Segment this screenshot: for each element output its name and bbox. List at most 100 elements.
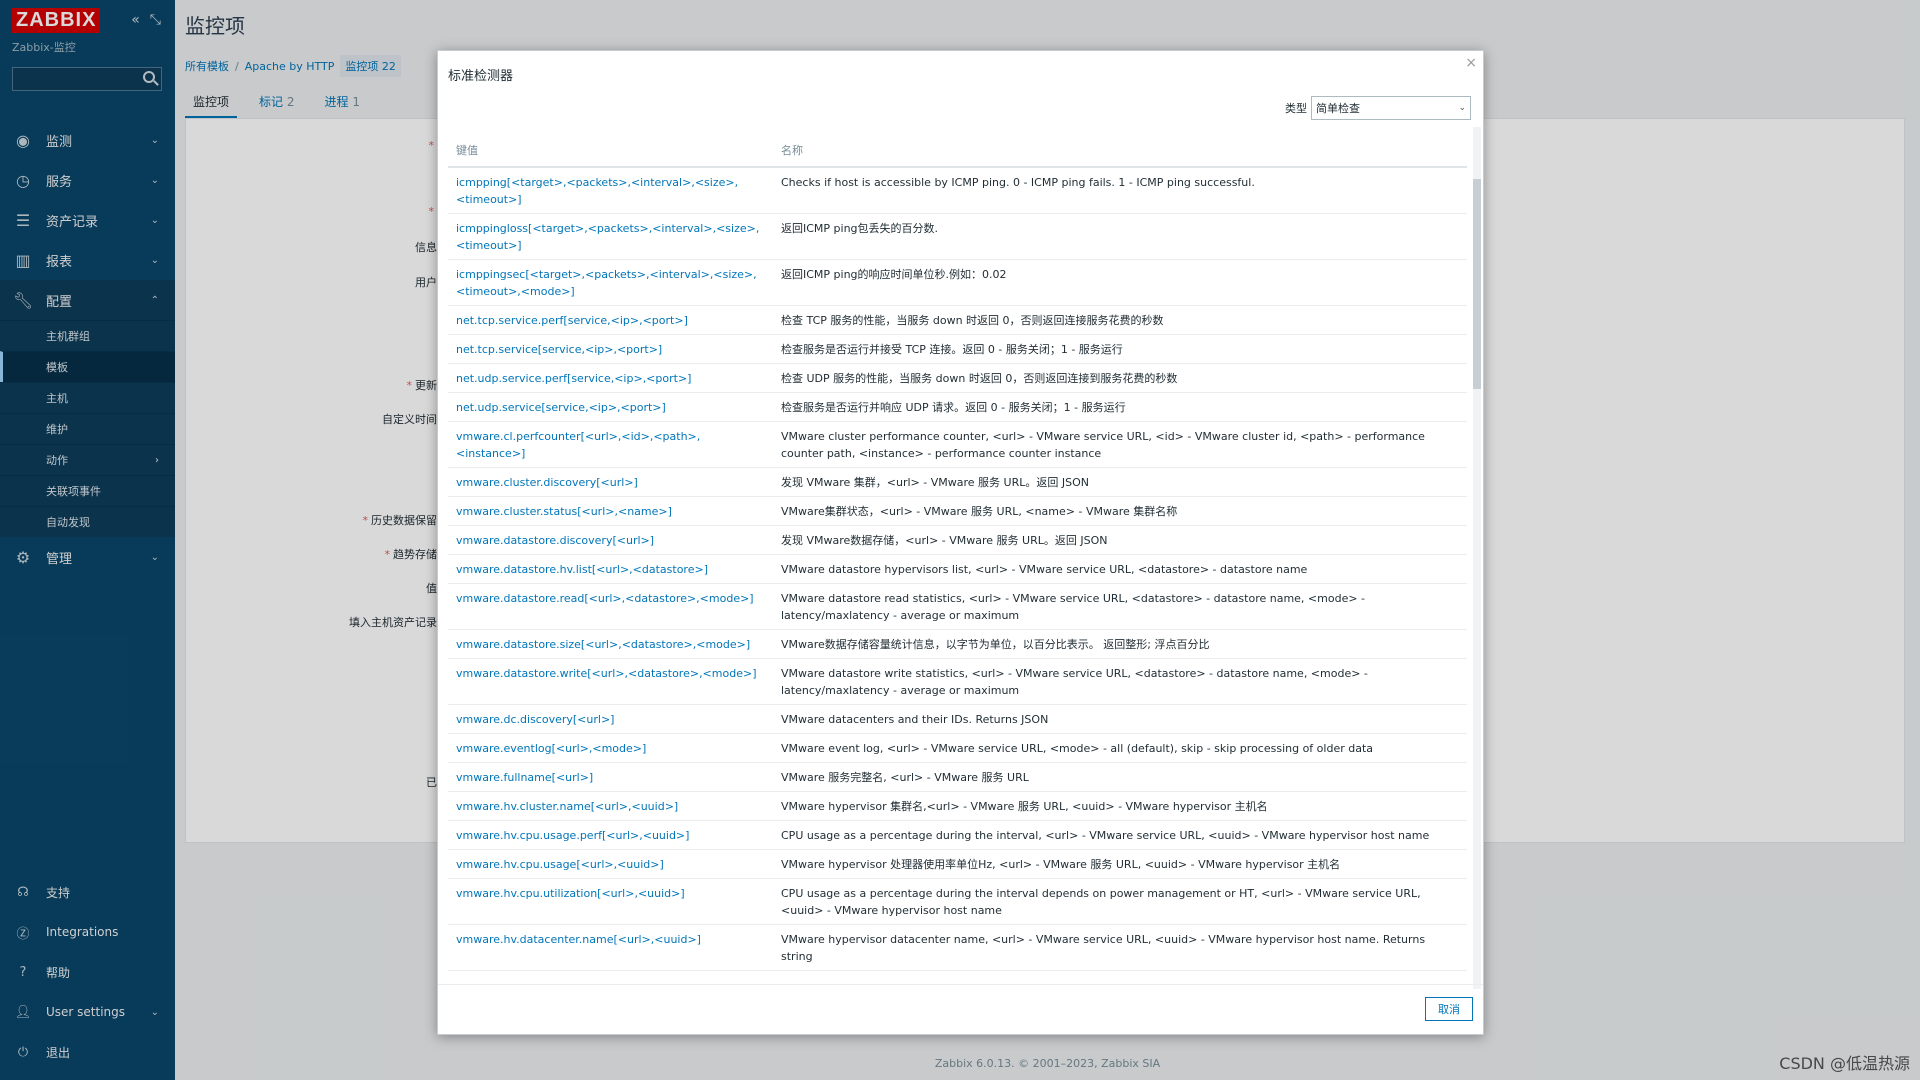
item-key-cell: net.udp.service[service,<ip>,<port>] <box>448 392 773 422</box>
dialog-footer: 取消 <box>438 984 1483 1034</box>
cancel-button[interactable]: 取消 <box>1425 997 1473 1021</box>
table-row: vmware.dc.discovery[<url>] VMware datacen… <box>448 704 1467 734</box>
column-header-key: 键值 <box>448 127 773 168</box>
item-key-link[interactable]: vmware.dc.discovery[<url>] <box>456 713 614 726</box>
item-name-cell: VMware 服务完整名, <url> - VMware 服务 URL <box>773 762 1467 792</box>
item-key-cell: vmware.datastore.size[<url>,<datastore>,… <box>448 629 773 659</box>
item-key-cell: vmware.cluster.discovery[<url>] <box>448 467 773 497</box>
dialog-title: 标准检测器 <box>448 69 514 84</box>
table-row: vmware.eventlog[<url>,<mode>] VMware even… <box>448 733 1467 763</box>
item-key-link[interactable]: vmware.eventlog[<url>,<mode>] <box>456 742 646 755</box>
item-key-link[interactable]: net.tcp.service[service,<ip>,<port>] <box>456 343 662 356</box>
item-key-link[interactable]: net.udp.service.perf[service,<ip>,<port>… <box>456 372 691 385</box>
table-row: vmware.hv.datacenter.name[<url>,<uuid>] V… <box>448 924 1467 971</box>
item-name-cell: CPU usage as a percentage during the int… <box>773 878 1467 925</box>
item-name-cell: VMware cluster performance counter, <url… <box>773 421 1467 468</box>
item-key-link[interactable]: vmware.datastore.hv.list[<url>,<datastor… <box>456 563 708 576</box>
table-row: vmware.datastore.write[<url>,<datastore>… <box>448 658 1467 705</box>
table-row: vmware.datastore.discovery[<url>] 发现 VMwa… <box>448 525 1467 555</box>
item-key-link[interactable]: icmpping[<target>,<packets>,<interval>,<… <box>456 176 738 206</box>
item-key-link[interactable]: net.udp.service[service,<ip>,<port>] <box>456 401 666 414</box>
table-row: vmware.datastore.size[<url>,<datastore>,… <box>448 629 1467 659</box>
table-row: vmware.hv.cpu.utilization[<url>,<uuid>] C… <box>448 878 1467 925</box>
item-key-link[interactable]: vmware.datastore.write[<url>,<datastore>… <box>456 667 756 680</box>
item-key-link[interactable]: vmware.datastore.read[<url>,<datastore>,… <box>456 592 754 605</box>
item-key-link[interactable]: vmware.hv.cpu.usage.perf[<url>,<uuid>] <box>456 829 689 842</box>
item-name-cell: 检查 UDP 服务的性能，当服务 down 时返回 0，否则返回连接到服务花费的… <box>773 363 1467 393</box>
item-key-link[interactable]: vmware.fullname[<url>] <box>456 771 593 784</box>
item-key-cell: net.tcp.service[service,<ip>,<port>] <box>448 334 773 364</box>
item-key-cell: vmware.hv.datacenter.name[<url>,<uuid>] <box>448 924 773 971</box>
item-name-cell: VMware datastore hypervisors list, <url>… <box>773 554 1467 584</box>
item-key-cell: vmware.datastore.write[<url>,<datastore>… <box>448 658 773 705</box>
item-key-cell: vmware.hv.cpu.utilization[<url>,<uuid>] <box>448 878 773 925</box>
item-name-cell: 发现 VMware 集群，<url> - VMware 服务 URL。返回 JS… <box>773 467 1467 497</box>
item-key-link[interactable]: vmware.hv.cluster.name[<url>,<uuid>] <box>456 800 678 813</box>
item-name-cell: 返回ICMP ping包丢失的百分数. <box>773 213 1467 260</box>
table-row: vmware.hv.cpu.usage.perf[<url>,<uuid>] CP… <box>448 820 1467 850</box>
item-name-cell: VMware hypervisor 处理器使用率单位Hz, <url> - VM… <box>773 849 1467 879</box>
item-key-link[interactable]: vmware.datastore.discovery[<url>] <box>456 534 654 547</box>
item-key-link[interactable]: vmware.cluster.discovery[<url>] <box>456 476 638 489</box>
item-key-link[interactable]: vmware.cluster.status[<url>,<name>] <box>456 505 672 518</box>
item-key-cell: vmware.hv.cluster.name[<url>,<uuid>] <box>448 791 773 821</box>
item-key-link[interactable]: icmppingsec[<target>,<packets>,<interval… <box>456 268 757 298</box>
table-row: vmware.hv.cluster.name[<url>,<uuid>] VMwa… <box>448 791 1467 821</box>
item-key-cell: vmware.datastore.discovery[<url>] <box>448 525 773 555</box>
table-row: vmware.datastore.read[<url>,<datastore>,… <box>448 583 1467 630</box>
item-name-cell: Checks if host is accessible by ICMP pin… <box>773 167 1467 214</box>
item-key-link[interactable]: vmware.hv.datacenter.name[<url>,<uuid>] <box>456 933 701 946</box>
items-table: 键值 名称 icmpping[<target>,<packets>,<inter… <box>448 127 1467 971</box>
item-key-cell: vmware.dc.discovery[<url>] <box>448 704 773 734</box>
item-key-cell: vmware.datastore.hv.list[<url>,<datastor… <box>448 554 773 584</box>
table-row: vmware.datastore.hv.list[<url>,<datastor… <box>448 554 1467 584</box>
table-row: vmware.cluster.status[<url>,<name>] VMwar… <box>448 496 1467 526</box>
item-key-cell: vmware.cl.perfcounter[<url>,<id>,<path>,… <box>448 421 773 468</box>
table-header: 键值 名称 <box>448 127 1467 168</box>
item-key-link[interactable]: vmware.datastore.size[<url>,<datastore>,… <box>456 638 750 651</box>
standard-items-dialog: 标准检测器 × 类型 简单检查 ⌄ 键值 名称 icmpping[<target… <box>437 50 1484 1035</box>
table-row: vmware.fullname[<url>] VMware 服务完整名, <url… <box>448 762 1467 792</box>
item-key-link[interactable]: net.tcp.service.perf[service,<ip>,<port>… <box>456 314 688 327</box>
item-name-cell: VMware数据存储容量统计信息，以字节为单位，以百分比表示。 返回整形; 浮点… <box>773 629 1467 659</box>
item-key-cell: icmppingloss[<target>,<packets>,<interva… <box>448 213 773 260</box>
item-key-cell: vmware.hv.cpu.usage.perf[<url>,<uuid>] <box>448 820 773 850</box>
type-label: 类型 <box>1285 102 1307 115</box>
table-row: net.tcp.service[service,<ip>,<port>] 检查服务… <box>448 334 1467 364</box>
table-row: net.udp.service[service,<ip>,<port>] 检查服务… <box>448 392 1467 422</box>
item-name-cell: VMware集群状态，<url> - VMware 服务 URL, <name>… <box>773 496 1467 526</box>
item-key-cell: vmware.hv.cpu.usage[<url>,<uuid>] <box>448 849 773 879</box>
item-name-cell: 检查服务是否运行并响应 UDP 请求。返回 0 - 服务关闭；1 - 服务运行 <box>773 392 1467 422</box>
item-key-cell: vmware.fullname[<url>] <box>448 762 773 792</box>
item-name-cell: 检查 TCP 服务的性能，当服务 down 时返回 0，否则返回连接服务花费的秒… <box>773 305 1467 335</box>
item-name-cell: VMware datastore write statistics, <url>… <box>773 658 1467 705</box>
item-name-cell: VMware event log, <url> - VMware service… <box>773 733 1467 763</box>
item-name-cell: VMware hypervisor datacenter name, <url>… <box>773 924 1467 971</box>
item-name-cell: 检查服务是否运行并接受 TCP 连接。返回 0 - 服务关闭；1 - 服务运行 <box>773 334 1467 364</box>
item-name-cell: VMware datacenters and their IDs. Return… <box>773 704 1467 734</box>
items-table-container: 键值 名称 icmpping[<target>,<packets>,<inter… <box>448 127 1468 982</box>
close-icon[interactable]: × <box>1465 55 1477 71</box>
item-name-cell: 返回ICMP ping的响应时间单位秒.例如：0.02 <box>773 259 1467 306</box>
item-key-link[interactable]: vmware.cl.perfcounter[<url>,<id>,<path>,… <box>456 430 700 460</box>
scrollbar[interactable] <box>1473 127 1481 989</box>
item-key-cell: net.tcp.service.perf[service,<ip>,<port>… <box>448 305 773 335</box>
item-key-link[interactable]: vmware.hv.cpu.utilization[<url>,<uuid>] <box>456 887 685 900</box>
type-select[interactable]: 简单检查 ⌄ <box>1311 96 1471 120</box>
chevron-down-icon: ⌄ <box>1458 103 1466 113</box>
table-row: net.tcp.service.perf[service,<ip>,<port>… <box>448 305 1467 335</box>
item-key-cell: net.udp.service.perf[service,<ip>,<port>… <box>448 363 773 393</box>
item-key-cell: vmware.cluster.status[<url>,<name>] <box>448 496 773 526</box>
scrollbar-thumb[interactable] <box>1473 179 1481 389</box>
table-row: vmware.cl.perfcounter[<url>,<id>,<path>,… <box>448 421 1467 468</box>
item-key-link[interactable]: vmware.hv.cpu.usage[<url>,<uuid>] <box>456 858 664 871</box>
item-key-cell: vmware.datastore.read[<url>,<datastore>,… <box>448 583 773 630</box>
table-row: icmppingloss[<target>,<packets>,<interva… <box>448 213 1467 260</box>
item-key-cell: icmpping[<target>,<packets>,<interval>,<… <box>448 167 773 214</box>
item-key-link[interactable]: icmppingloss[<target>,<packets>,<interva… <box>456 222 759 252</box>
item-key-cell: icmppingsec[<target>,<packets>,<interval… <box>448 259 773 306</box>
type-selected-value: 简单检查 <box>1316 102 1360 115</box>
item-name-cell: VMware datastore read statistics, <url> … <box>773 583 1467 630</box>
table-row: icmpping[<target>,<packets>,<interval>,<… <box>448 167 1467 214</box>
table-row: vmware.hv.cpu.usage[<url>,<uuid>] VMware … <box>448 849 1467 879</box>
